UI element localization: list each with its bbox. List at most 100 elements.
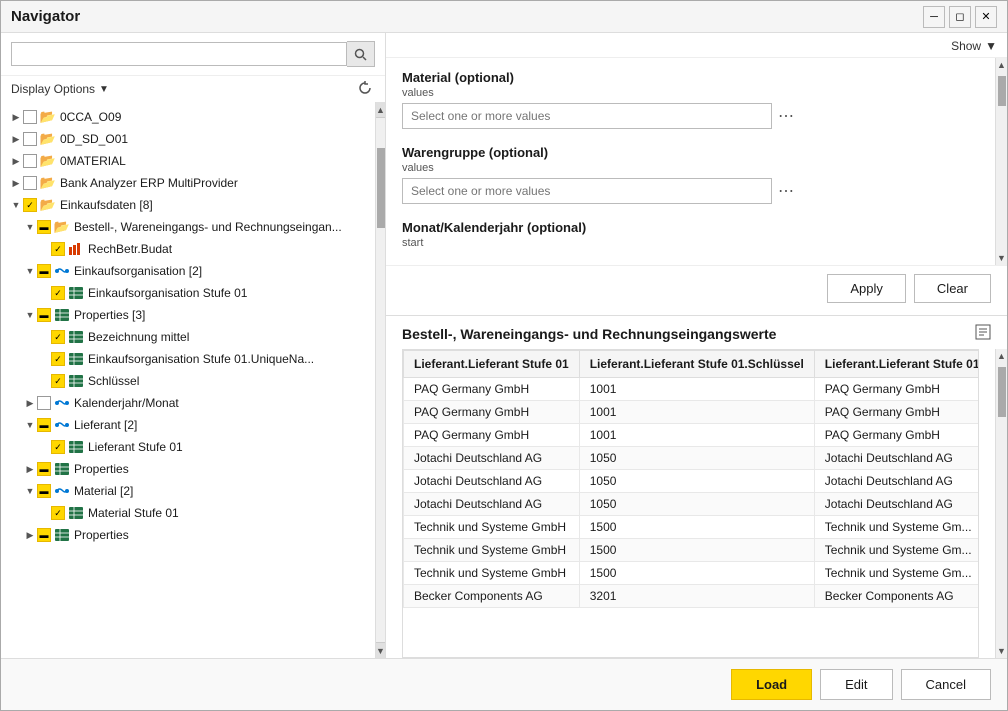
col-header-3[interactable]: Lieferant.Lieferant Stufe 01 (814, 351, 979, 378)
list-item[interactable]: ▶ Kalenderjahr/Monat (1, 392, 375, 414)
table-row[interactable]: PAQ Germany GmbH1001PAQ Germany GmbH (404, 401, 980, 424)
table-row[interactable]: PAQ Germany GmbH1001PAQ Germany GmbH (404, 424, 980, 447)
clear-button[interactable]: Clear (914, 274, 991, 303)
col-header-1[interactable]: Lieferant.Lieferant Stufe 01 (404, 351, 580, 378)
close-button[interactable]: ✕ (975, 6, 997, 28)
list-item[interactable]: ▶ ✓ Material Stufe 01 (1, 502, 375, 524)
scroll-thumb[interactable] (377, 148, 385, 228)
table-row[interactable]: Becker Components AG3201Becker Component… (404, 585, 980, 608)
checkbox[interactable] (23, 176, 37, 190)
expand-arrow[interactable]: ▼ (23, 310, 37, 320)
list-item[interactable]: ▼ ▬ Material [2] (1, 480, 375, 502)
data-scroll-up[interactable]: ▲ (997, 349, 1006, 363)
search-input[interactable] (11, 42, 347, 66)
filter-scroll-thumb[interactable] (998, 76, 1006, 106)
data-scroll-down[interactable]: ▼ (997, 644, 1006, 658)
checkbox[interactable] (23, 132, 37, 146)
filter-input-row-warengruppe: ⋯ (402, 178, 967, 204)
list-item[interactable]: ▶ 📂 Bank Analyzer ERP MultiProvider (1, 172, 375, 194)
checkbox[interactable]: ✓ (51, 286, 65, 300)
table-row[interactable]: Technik und Systeme GmbH1500Technik und … (404, 562, 980, 585)
expand-arrow[interactable]: ▶ (9, 156, 23, 167)
list-item[interactable]: ▶ ▬ Properties (1, 524, 375, 546)
refresh-icon[interactable] (357, 80, 375, 98)
list-item[interactable]: ▼ ▬ 📂 Bestell-, Wareneingangs- und Rechn… (1, 216, 375, 238)
list-item[interactable]: ▶ ✓ Bezeichnung mittel (1, 326, 375, 348)
checkbox[interactable]: ▬ (37, 264, 51, 278)
list-item[interactable]: ▶ 📂 0D_SD_O01 (1, 128, 375, 150)
checkbox[interactable]: ✓ (51, 242, 65, 256)
filter-content: Material (optional) values ⋯ Warengruppe… (386, 58, 995, 265)
filter-scroll-down[interactable]: ▼ (997, 251, 1006, 265)
filter-dots-warengruppe[interactable]: ⋯ (778, 181, 795, 201)
list-item[interactable]: ▼ ▬ Properties [3] (1, 304, 375, 326)
list-item[interactable]: ▼ ▬ Einkaufsorganisation [2] (1, 260, 375, 282)
checkbox[interactable]: ▬ (37, 484, 51, 498)
table-row[interactable]: Technik und Systeme GmbH1500Technik und … (404, 539, 980, 562)
list-item[interactable]: ▶ ✓ Einkaufsorganisation Stufe 01 (1, 282, 375, 304)
checkbox[interactable]: ✓ (23, 198, 37, 212)
search-button[interactable] (347, 41, 375, 67)
list-item[interactable]: ▶ 📂 0MATERIAL (1, 150, 375, 172)
expand-arrow[interactable]: ▶ (23, 464, 37, 475)
checkbox[interactable]: ▬ (37, 528, 51, 542)
filter-scroll-up[interactable]: ▲ (997, 58, 1006, 72)
table-row[interactable]: Jotachi Deutschland AG1050Jotachi Deutsc… (404, 447, 980, 470)
list-item[interactable]: ▶ ✓ Schlüssel (1, 370, 375, 392)
list-item[interactable]: ▼ ▬ Lieferant [2] (1, 414, 375, 436)
checkbox[interactable] (23, 154, 37, 168)
checkbox[interactable]: ▬ (37, 308, 51, 322)
edit-button[interactable]: Edit (820, 669, 892, 700)
expand-arrow[interactable]: ▼ (23, 486, 37, 496)
expand-arrow[interactable]: ▶ (9, 112, 23, 123)
data-table-wrapper[interactable]: Lieferant.Lieferant Stufe 01 Lieferant.L… (402, 349, 979, 658)
data-scroll-thumb[interactable] (998, 367, 1006, 417)
list-item[interactable]: ▶ ▬ Properties (1, 458, 375, 480)
table-row[interactable]: Technik und Systeme GmbH1500Technik und … (404, 516, 980, 539)
checkbox[interactable]: ▬ (37, 220, 51, 234)
load-button[interactable]: Load (731, 669, 812, 700)
list-item[interactable]: ▶ 📂 0CCA_O09 (1, 106, 375, 128)
minimize-button[interactable]: ─ (923, 6, 945, 28)
filter-input-material[interactable] (402, 103, 772, 129)
maximize-button[interactable]: ◻ (949, 6, 971, 28)
filter-input-warengruppe[interactable] (402, 178, 772, 204)
scroll-down-arrow[interactable]: ▼ (376, 642, 385, 658)
expand-arrow[interactable]: ▶ (9, 134, 23, 145)
table-row[interactable]: Jotachi Deutschland AG1050Jotachi Deutsc… (404, 493, 980, 516)
left-panel-inner: ▶ 📂 0CCA_O09 ▶ 📂 0D_SD_O01 (1, 102, 385, 658)
table-cell: Becker Components AG (814, 585, 979, 608)
checkbox[interactable] (37, 396, 51, 410)
expand-arrow[interactable]: ▼ (23, 222, 37, 232)
expand-arrow[interactable]: ▼ (9, 200, 23, 210)
checkbox[interactable] (23, 110, 37, 124)
checkbox[interactable]: ▬ (37, 418, 51, 432)
display-options-label[interactable]: Display Options ▼ (11, 82, 109, 96)
expand-arrow[interactable]: ▶ (23, 530, 37, 541)
tree-container[interactable]: ▶ 📂 0CCA_O09 ▶ 📂 0D_SD_O01 (1, 102, 375, 658)
expand-arrow[interactable]: ▶ (23, 398, 37, 409)
col-header-2[interactable]: Lieferant.Lieferant Stufe 01.Schlüssel (579, 351, 814, 378)
table-row[interactable]: Jotachi Deutschland AG1050Jotachi Deutsc… (404, 470, 980, 493)
cancel-button[interactable]: Cancel (901, 669, 991, 700)
list-item[interactable]: ▼ ✓ 📂 Einkaufsdaten [8] (1, 194, 375, 216)
scroll-up-arrow[interactable]: ▲ (376, 102, 385, 118)
checkbox[interactable]: ✓ (51, 440, 65, 454)
checkbox[interactable]: ✓ (51, 506, 65, 520)
list-item[interactable]: ▶ ✓ Einkaufsorganisation Stufe 01.Unique… (1, 348, 375, 370)
table-row[interactable]: PAQ Germany GmbH1001PAQ Germany GmbH (404, 378, 980, 401)
checkbox[interactable]: ✓ (51, 352, 65, 366)
checkbox[interactable]: ▬ (37, 462, 51, 476)
list-item[interactable]: ▶ ✓ RechBetr.Budat (1, 238, 375, 260)
apply-button[interactable]: Apply (827, 274, 906, 303)
table-icon (68, 330, 84, 344)
checkbox[interactable]: ✓ (51, 374, 65, 388)
list-item[interactable]: ▶ ✓ Lieferant Stufe 01 (1, 436, 375, 458)
show-dropdown[interactable]: Show ▼ (951, 39, 997, 53)
expand-arrow[interactable]: ▼ (23, 266, 37, 276)
filter-dots-material[interactable]: ⋯ (778, 106, 795, 126)
checkbox[interactable]: ✓ (51, 330, 65, 344)
expand-arrow[interactable]: ▼ (23, 420, 37, 430)
expand-arrow[interactable]: ▶ (9, 178, 23, 189)
export-icon[interactable] (975, 324, 991, 343)
